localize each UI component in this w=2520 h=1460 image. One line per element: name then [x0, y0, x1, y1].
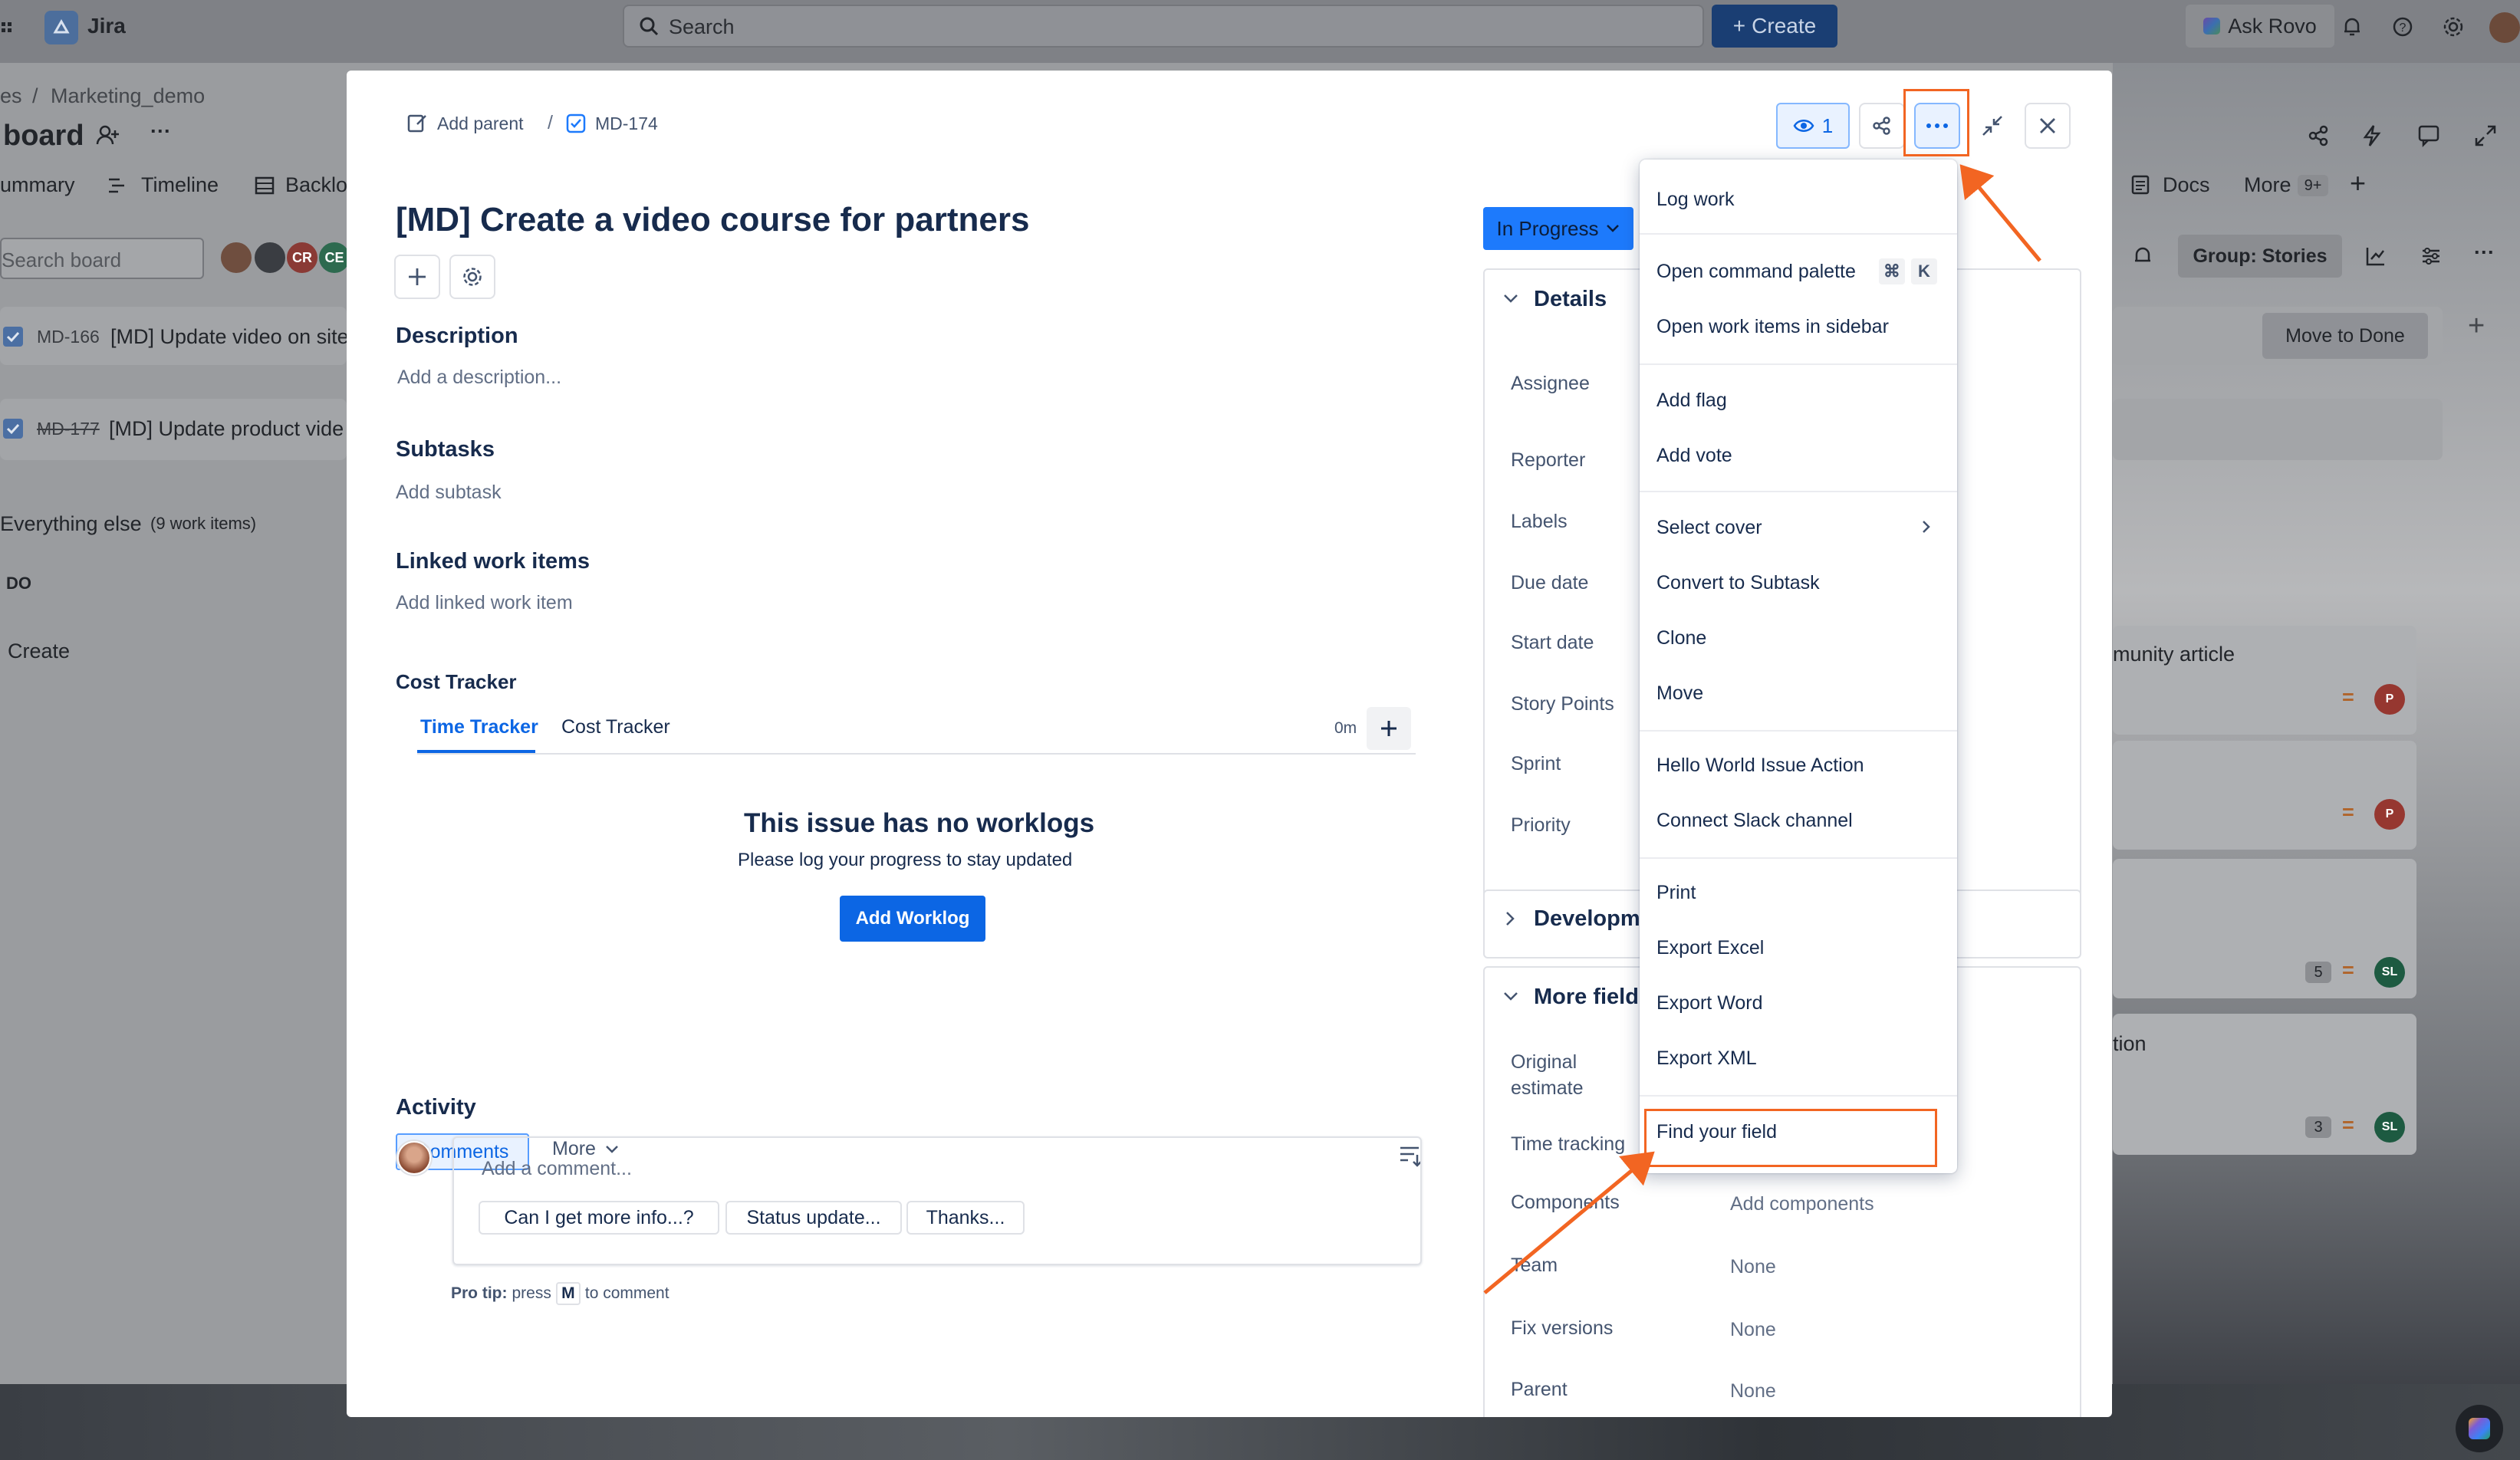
annotation-arrows	[1483, 164, 2041, 1294]
